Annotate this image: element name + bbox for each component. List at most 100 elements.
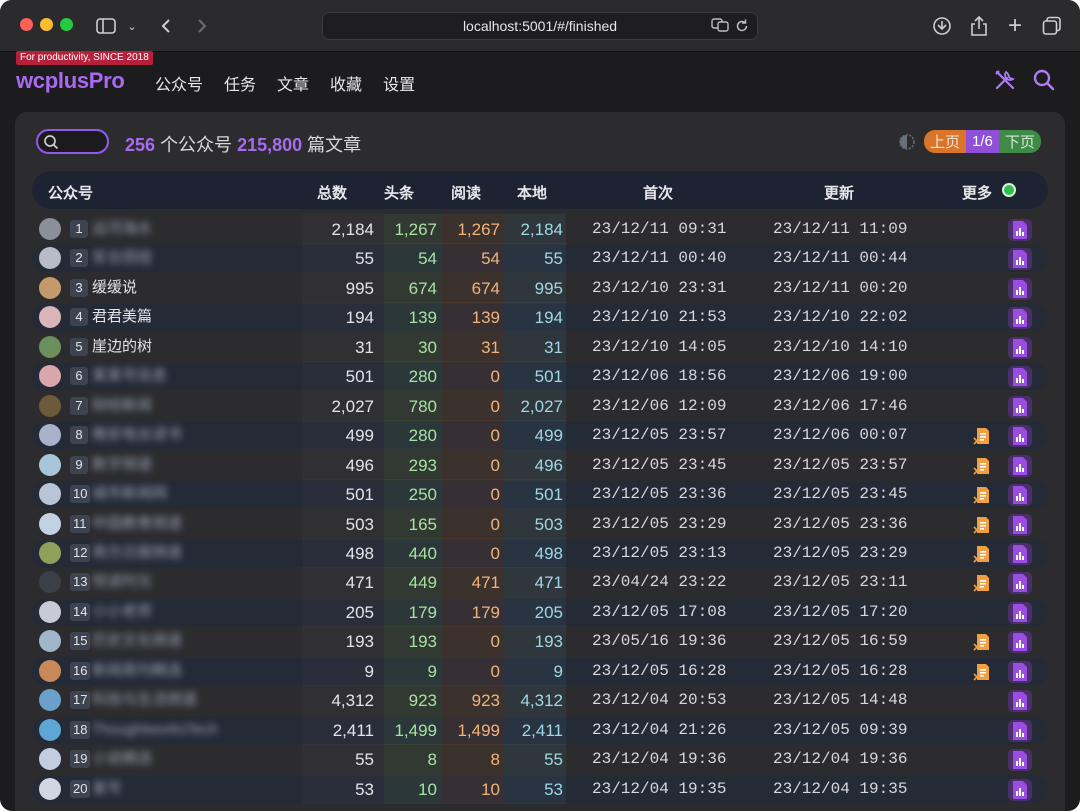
nav-tasks[interactable]: 任务 xyxy=(224,71,256,95)
col-first[interactable]: 首次 xyxy=(643,182,673,203)
col-local[interactable]: 本地 xyxy=(517,182,547,203)
avatar[interactable] xyxy=(39,276,61,299)
account-name[interactable]: 崖边的树 xyxy=(92,337,152,357)
local-count: 2,411 xyxy=(521,720,563,740)
avatar[interactable] xyxy=(39,512,61,535)
account-name[interactable]: 小说精选 xyxy=(92,749,152,769)
stats-doc-icon[interactable] xyxy=(1008,690,1032,713)
avatar[interactable] xyxy=(39,659,61,682)
stats-doc-icon[interactable] xyxy=(1008,542,1032,565)
account-name[interactable]: 晚安电台读书 xyxy=(92,425,182,445)
search-icon[interactable] xyxy=(1032,68,1058,94)
col-update[interactable]: 更新 xyxy=(824,182,854,203)
nav-accounts[interactable]: 公众号 xyxy=(155,71,203,95)
tools-icon[interactable] xyxy=(993,68,1019,94)
new-tab-icon[interactable]: + xyxy=(1005,12,1025,39)
stats-doc-icon[interactable] xyxy=(1008,366,1032,389)
col-more[interactable]: 更多 xyxy=(962,182,992,203)
brand-logo[interactable]: wcplusPro xyxy=(16,68,125,94)
avatar[interactable] xyxy=(39,218,61,240)
avatar[interactable] xyxy=(39,424,61,447)
stats-doc-icon[interactable] xyxy=(1008,277,1032,300)
stats-doc-icon[interactable] xyxy=(1008,660,1032,683)
stats-doc-icon[interactable] xyxy=(1008,513,1032,536)
col-account[interactable]: 公众号 xyxy=(48,182,93,203)
tab-overview-icon[interactable] xyxy=(1041,13,1063,39)
avatar[interactable] xyxy=(39,777,61,800)
account-name[interactable]: 悦读时光 xyxy=(92,572,152,592)
account-name[interactable]: ThoughtworksTech xyxy=(92,720,218,740)
nav-articles[interactable]: 文章 xyxy=(277,71,309,95)
chevron-down-icon[interactable]: ⌄ xyxy=(124,13,140,39)
account-name[interactable]: 某某号信息 xyxy=(92,366,167,386)
stats-doc-icon[interactable] xyxy=(1008,248,1032,271)
account-name[interactable]: 缓缓说 xyxy=(92,278,137,298)
account-name[interactable]: 历史文化频道 xyxy=(92,631,182,651)
avatar[interactable] xyxy=(39,748,61,771)
reload-icon[interactable] xyxy=(735,17,749,36)
stats-doc-icon[interactable] xyxy=(1008,631,1032,654)
export-doc-icon[interactable] xyxy=(970,455,994,477)
nav-favorites[interactable]: 收藏 xyxy=(330,71,362,95)
stats-doc-icon[interactable] xyxy=(1008,336,1032,359)
col-total[interactable]: 总数 xyxy=(317,182,347,203)
account-name[interactable]: 运河海水 xyxy=(92,219,152,239)
total-count: 55 xyxy=(355,249,374,269)
status-dot-icon[interactable] xyxy=(1002,183,1016,197)
account-name[interactable]: 南方日报频道 xyxy=(92,543,182,563)
avatar[interactable] xyxy=(39,600,61,623)
stats-doc-icon[interactable] xyxy=(1008,454,1032,477)
close-window-button[interactable] xyxy=(20,18,33,31)
minimize-window-button[interactable] xyxy=(40,18,53,31)
avatar[interactable] xyxy=(39,453,61,476)
stats-doc-icon[interactable] xyxy=(1008,484,1032,507)
theme-toggle-icon[interactable] xyxy=(898,133,916,151)
address-bar[interactable]: localhost:5001/#/finished xyxy=(322,12,758,40)
stats-doc-icon[interactable] xyxy=(1008,749,1032,772)
export-doc-icon[interactable] xyxy=(970,661,994,683)
zoom-window-button[interactable] xyxy=(60,18,73,31)
account-name[interactable]: 某号 xyxy=(92,779,122,799)
account-name[interactable]: 城市新闻网 xyxy=(92,484,167,504)
sidebar-toggle-icon[interactable] xyxy=(94,13,118,39)
account-name[interactable]: 安全团组 xyxy=(92,248,152,268)
avatar[interactable] xyxy=(39,483,61,506)
stats-doc-icon[interactable] xyxy=(1008,219,1032,241)
avatar[interactable] xyxy=(39,541,61,564)
account-name[interactable]: 科技与生活频道 xyxy=(92,690,197,710)
translate-icon[interactable] xyxy=(711,17,729,36)
account-name[interactable]: 小小老师 xyxy=(92,602,152,622)
forward-arrow-icon[interactable] xyxy=(192,13,212,39)
prev-page-button[interactable]: 上页 xyxy=(924,130,967,153)
avatar[interactable] xyxy=(39,394,61,417)
stats-doc-icon[interactable] xyxy=(1008,425,1032,448)
share-icon[interactable] xyxy=(968,13,990,39)
account-name[interactable]: 数字频道 xyxy=(92,455,152,475)
stats-doc-icon[interactable] xyxy=(1008,719,1032,742)
stats-doc-icon[interactable] xyxy=(1008,572,1032,595)
export-doc-icon[interactable] xyxy=(970,572,994,594)
filter-search-input[interactable] xyxy=(36,129,109,154)
stats-doc-icon[interactable] xyxy=(1008,307,1032,330)
export-doc-icon[interactable] xyxy=(970,484,994,506)
export-doc-icon[interactable] xyxy=(970,425,994,447)
col-headline[interactable]: 头条 xyxy=(384,182,414,203)
col-read[interactable]: 阅读 xyxy=(451,182,481,203)
account-name[interactable]: 君君美篇 xyxy=(92,307,152,327)
export-doc-icon[interactable] xyxy=(970,631,994,653)
account-name[interactable]: 中国教育频道 xyxy=(92,514,182,534)
back-arrow-icon[interactable] xyxy=(156,13,176,39)
read-count: 0 xyxy=(490,661,500,681)
download-icon[interactable] xyxy=(931,13,953,39)
nav-settings[interactable]: 设置 xyxy=(383,71,415,95)
stats-doc-icon[interactable] xyxy=(1008,601,1032,624)
account-name[interactable]: 财经新闻 xyxy=(92,396,152,416)
stats-doc-icon[interactable] xyxy=(1008,778,1032,801)
export-doc-icon[interactable] xyxy=(970,514,994,536)
account-name[interactable]: 新闻周刊精选 xyxy=(92,661,182,681)
export-doc-icon[interactable] xyxy=(970,543,994,565)
avatar[interactable] xyxy=(39,335,61,358)
avatar[interactable] xyxy=(39,718,61,741)
next-page-button[interactable]: 下页 xyxy=(998,130,1041,153)
stats-doc-icon[interactable] xyxy=(1008,395,1032,418)
